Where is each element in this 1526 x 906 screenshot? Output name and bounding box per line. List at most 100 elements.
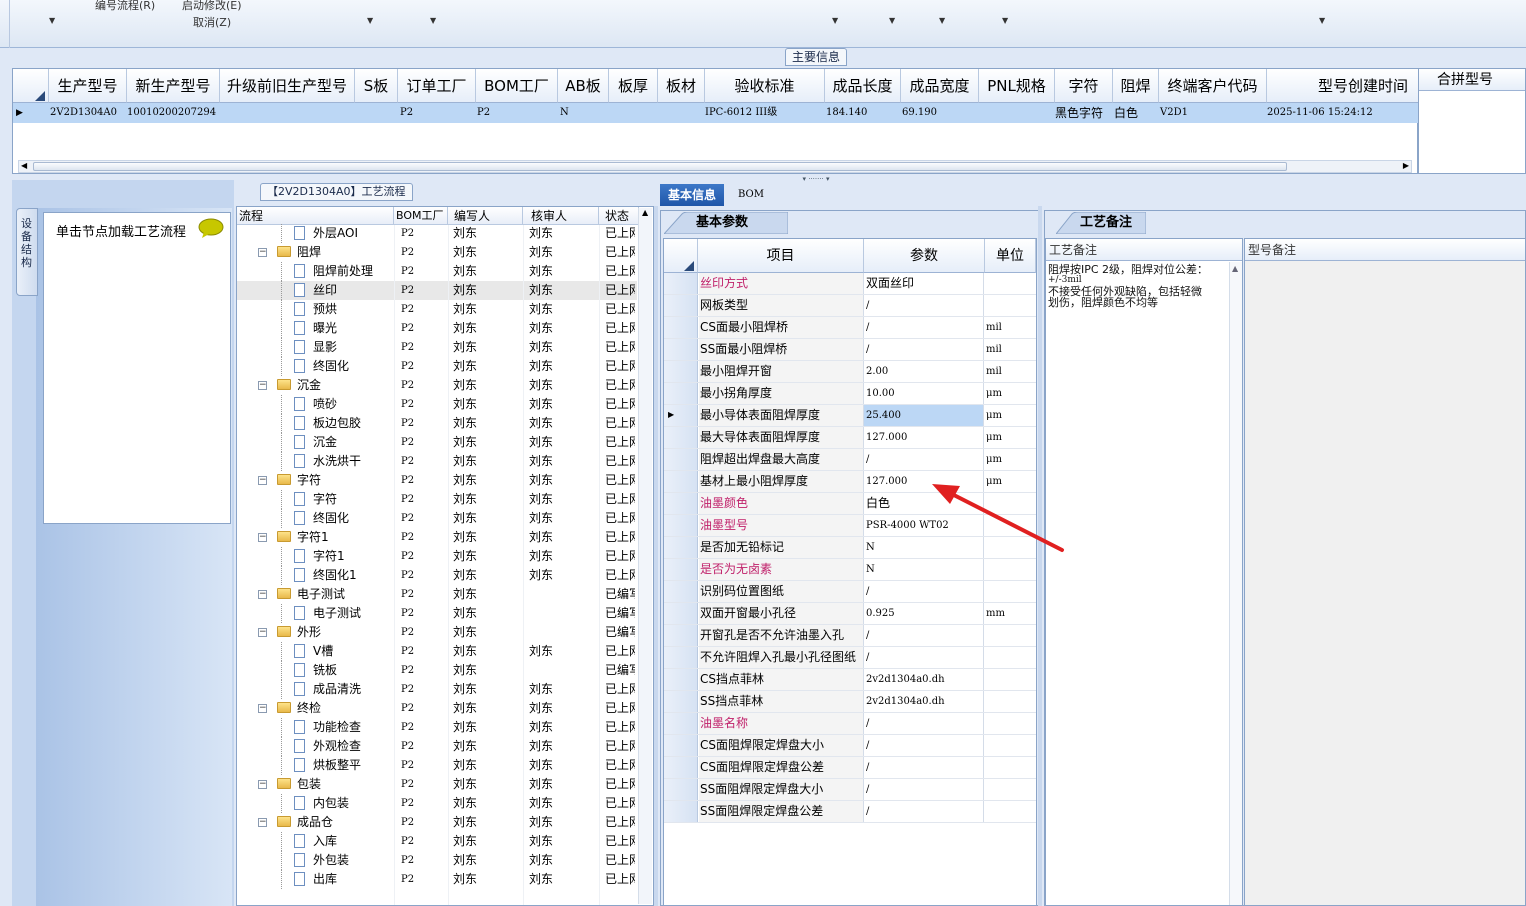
param-col-header[interactable]: 单位: [985, 239, 1036, 273]
param-row[interactable]: SS面阻焊限定焊盘大小 /: [664, 779, 1036, 801]
dropdown-arrow-icon[interactable]: ▼: [832, 16, 838, 25]
cell-customer[interactable]: V2D1: [1160, 103, 1188, 123]
tree-node[interactable]: 功能检查 P2 刘东 刘东 已上网: [237, 718, 637, 737]
param-value[interactable]: /: [864, 779, 984, 800]
tree-col-header[interactable]: 流程: [237, 207, 394, 225]
param-value[interactable]: 2v2d1304a0.dh: [864, 669, 984, 690]
collapse-icon[interactable]: −: [258, 381, 267, 390]
param-row[interactable]: 识别码位置图纸 /: [664, 581, 1036, 603]
param-row[interactable]: 油墨型号 PSR-4000 WT02: [664, 515, 1036, 537]
tree-node[interactable]: V槽 P2 刘东 刘东 已上网: [237, 642, 637, 661]
dropdown-arrow-icon[interactable]: ▼: [49, 16, 55, 25]
tree-node[interactable]: 丝印 P2 刘东 刘东 已上网: [237, 281, 637, 300]
tree-node[interactable]: − 终检 P2 刘东 刘东 已上网: [237, 699, 637, 718]
row-selector[interactable]: [664, 669, 698, 690]
param-row[interactable]: 不允许阻焊入孔最小孔径图纸 /: [664, 647, 1036, 669]
row-selector[interactable]: [664, 515, 698, 536]
row-selector[interactable]: [664, 295, 698, 316]
row-selector[interactable]: [664, 471, 698, 492]
param-col-header[interactable]: 项目: [698, 239, 864, 273]
col-header[interactable]: 成品宽度: [901, 69, 979, 103]
row-selector[interactable]: [664, 691, 698, 712]
param-value[interactable]: N: [864, 537, 984, 558]
model-notes-header[interactable]: 型号备注: [1245, 239, 1525, 261]
param-value[interactable]: 0.925: [864, 603, 984, 624]
param-row[interactable]: 最小阻焊开窗 2.00 mil: [664, 361, 1036, 383]
tree-node[interactable]: 喷砂 P2 刘东 刘东 已上网: [237, 395, 637, 414]
col-header[interactable]: 订单工厂: [398, 69, 476, 103]
row-selector[interactable]: [664, 713, 698, 734]
scroll-right-icon[interactable]: ▶: [1403, 161, 1409, 170]
tree-node[interactable]: 预烘 P2 刘东 刘东 已上网: [237, 300, 637, 319]
param-value[interactable]: 白色: [864, 493, 984, 514]
param-value[interactable]: /: [864, 625, 984, 646]
cell-prod-model[interactable]: 2V2D1304A0: [50, 103, 117, 123]
tree-node[interactable]: − 字符 P2 刘东 刘东 已上网: [237, 471, 637, 490]
device-structure-tab[interactable]: 设备结构: [16, 208, 38, 296]
tree-node[interactable]: 板边包胶 P2 刘东 刘东 已上网: [237, 414, 637, 433]
cell-order-factory[interactable]: P2: [400, 103, 413, 123]
param-row[interactable]: SS面最小阻焊桥 / mil: [664, 339, 1036, 361]
row-selector[interactable]: [664, 339, 698, 360]
row-selector[interactable]: [664, 603, 698, 624]
col-header[interactable]: 字符: [1055, 69, 1113, 103]
cell-mask[interactable]: 白色: [1114, 103, 1138, 123]
tree-node[interactable]: 内包装 P2 刘东 刘东 已上网: [237, 794, 637, 813]
notes-scrollbar[interactable]: ▲: [1229, 262, 1242, 905]
dropdown-arrow-icon[interactable]: ▼: [1002, 16, 1008, 25]
row-selector[interactable]: [664, 735, 698, 756]
tree-node[interactable]: − 阻焊 P2 刘东 刘东 已上网: [237, 243, 637, 262]
merge-model-header[interactable]: 合拼型号: [1419, 69, 1525, 91]
tree-node[interactable]: 终固化 P2 刘东 刘东 已上网: [237, 357, 637, 376]
param-row[interactable]: 最小拐角厚度 10.00 μm: [664, 383, 1036, 405]
param-value[interactable]: /: [864, 449, 984, 470]
scroll-left-icon[interactable]: ◀: [21, 161, 27, 170]
param-row[interactable]: CS挡点菲林 2v2d1304a0.dh: [664, 669, 1036, 691]
tree-col-header[interactable]: 编写人: [448, 207, 523, 225]
tab-basic-params[interactable]: 基本参数: [696, 212, 748, 234]
param-value[interactable]: 10.00: [864, 383, 984, 404]
tree-node[interactable]: 阻焊前处理 P2 刘东 刘东 已上网: [237, 262, 637, 281]
splitter[interactable]: [654, 206, 658, 906]
tab-bom[interactable]: BOM: [730, 184, 772, 206]
param-row[interactable]: CS面阻焊限定焊盘大小 /: [664, 735, 1036, 757]
param-value[interactable]: 双面丝印: [864, 273, 984, 294]
process-notes-text[interactable]: 阻焊按IPC 2级，阻焊对位公差： +/-3mil 不接受任何外观缺陷，包括轻微…: [1048, 264, 1228, 308]
param-row[interactable]: 是否为无卤素 N: [664, 559, 1036, 581]
col-header[interactable]: S板: [355, 69, 398, 103]
toolbar-item-start-modify[interactable]: 启动修改(E): [182, 0, 242, 13]
col-header[interactable]: BOM工厂: [476, 69, 558, 103]
tree-node[interactable]: 烘板整平 P2 刘东 刘东 已上网: [237, 756, 637, 775]
param-row[interactable]: 油墨名称 /: [664, 713, 1036, 735]
toolbar-item-number-process[interactable]: 编号流程(R): [95, 0, 155, 13]
cell-width[interactable]: 69.190: [902, 103, 937, 123]
tab-basic-info[interactable]: 基本信息: [660, 184, 725, 206]
param-grid-corner[interactable]: [664, 239, 698, 273]
col-header[interactable]: 新生产型号: [127, 69, 220, 103]
col-header[interactable]: PNL规格: [979, 69, 1055, 103]
row-selector[interactable]: [664, 625, 698, 646]
col-header[interactable]: 板厚: [609, 69, 658, 103]
row-selector[interactable]: [664, 647, 698, 668]
collapse-icon[interactable]: −: [258, 533, 267, 542]
tree-node[interactable]: 字符1 P2 刘东 刘东 已上网: [237, 547, 637, 566]
param-row[interactable]: ▶ 最小导体表面阻焊厚度 25.400 μm: [664, 405, 1036, 427]
col-header[interactable]: 阻焊: [1113, 69, 1159, 103]
col-header[interactable]: 验收标准: [705, 69, 825, 103]
row-selector[interactable]: [664, 317, 698, 338]
col-header[interactable]: 终端客户代码: [1159, 69, 1267, 103]
param-value[interactable]: /: [864, 317, 984, 338]
collapse-icon[interactable]: −: [258, 704, 267, 713]
tree-node[interactable]: − 外形 P2 刘东 已编写: [237, 623, 637, 642]
tree-node[interactable]: 电子测试 P2 刘东 已编写: [237, 604, 637, 623]
row-selector[interactable]: [664, 537, 698, 558]
param-value[interactable]: 25.400: [864, 405, 984, 426]
toolbar-item-cancel[interactable]: 取消(Z): [193, 14, 231, 30]
param-row[interactable]: 丝印方式 双面丝印: [664, 273, 1036, 295]
cell-standard[interactable]: IPC-6012 III级: [705, 103, 777, 123]
param-value[interactable]: 2v2d1304a0.dh: [864, 691, 984, 712]
row-selector[interactable]: [664, 581, 698, 602]
tree-node[interactable]: 外包装 P2 刘东 刘东 已上网: [237, 851, 637, 870]
row-selector[interactable]: ▶: [664, 405, 698, 426]
cell-created[interactable]: 2025-11-06 15:24:12: [1267, 103, 1373, 123]
